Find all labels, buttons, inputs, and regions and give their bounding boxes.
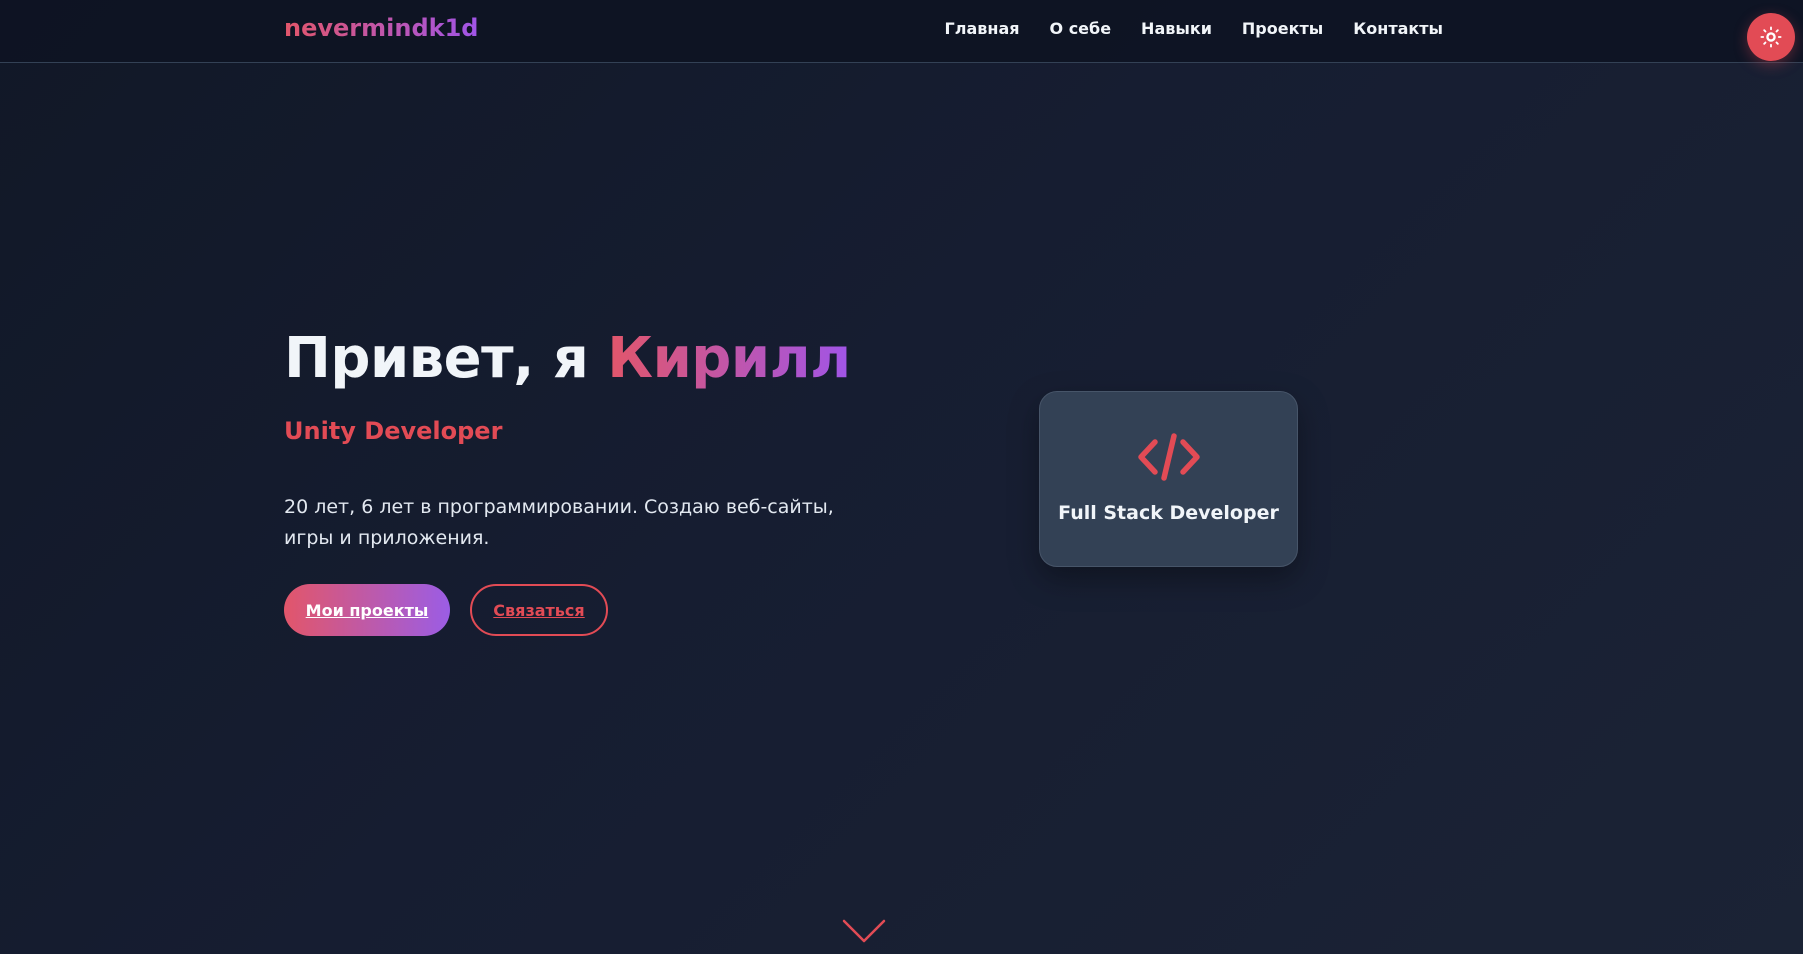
main-nav: Главная О себе Навыки Проекты Контакты [945,19,1443,38]
nav-link-about[interactable]: О себе [1050,19,1112,38]
contact-button[interactable]: Связаться [470,584,608,636]
nav-link-contacts[interactable]: Контакты [1353,19,1443,38]
site-header: nevermindk1d Главная О себе Навыки Проек… [0,0,1803,63]
scroll-down-button[interactable] [842,918,886,944]
sun-icon [1760,26,1782,48]
role-card-label: Full Stack Developer [1058,502,1279,524]
theme-toggle-button[interactable] [1747,13,1795,61]
hero-greeting: Привет, я [284,326,608,391]
code-icon [1137,433,1200,481]
hero-description: 20 лет, 6 лет в программировании. Создаю… [284,496,834,549]
chevron-down-icon [842,919,886,943]
hero-title: Привет, я Кирилл [284,326,851,391]
site-logo[interactable]: nevermindk1d [284,14,478,42]
nav-link-skills[interactable]: Навыки [1141,19,1212,38]
nav-link-projects[interactable]: Проекты [1242,19,1323,38]
nav-link-home[interactable]: Главная [945,19,1020,38]
role-card: Full Stack Developer [1039,391,1298,567]
my-projects-button[interactable]: Мои проекты [284,584,450,636]
hero-subtitle: Unity Developer [284,417,503,445]
hero-name: Кирилл [607,326,851,391]
